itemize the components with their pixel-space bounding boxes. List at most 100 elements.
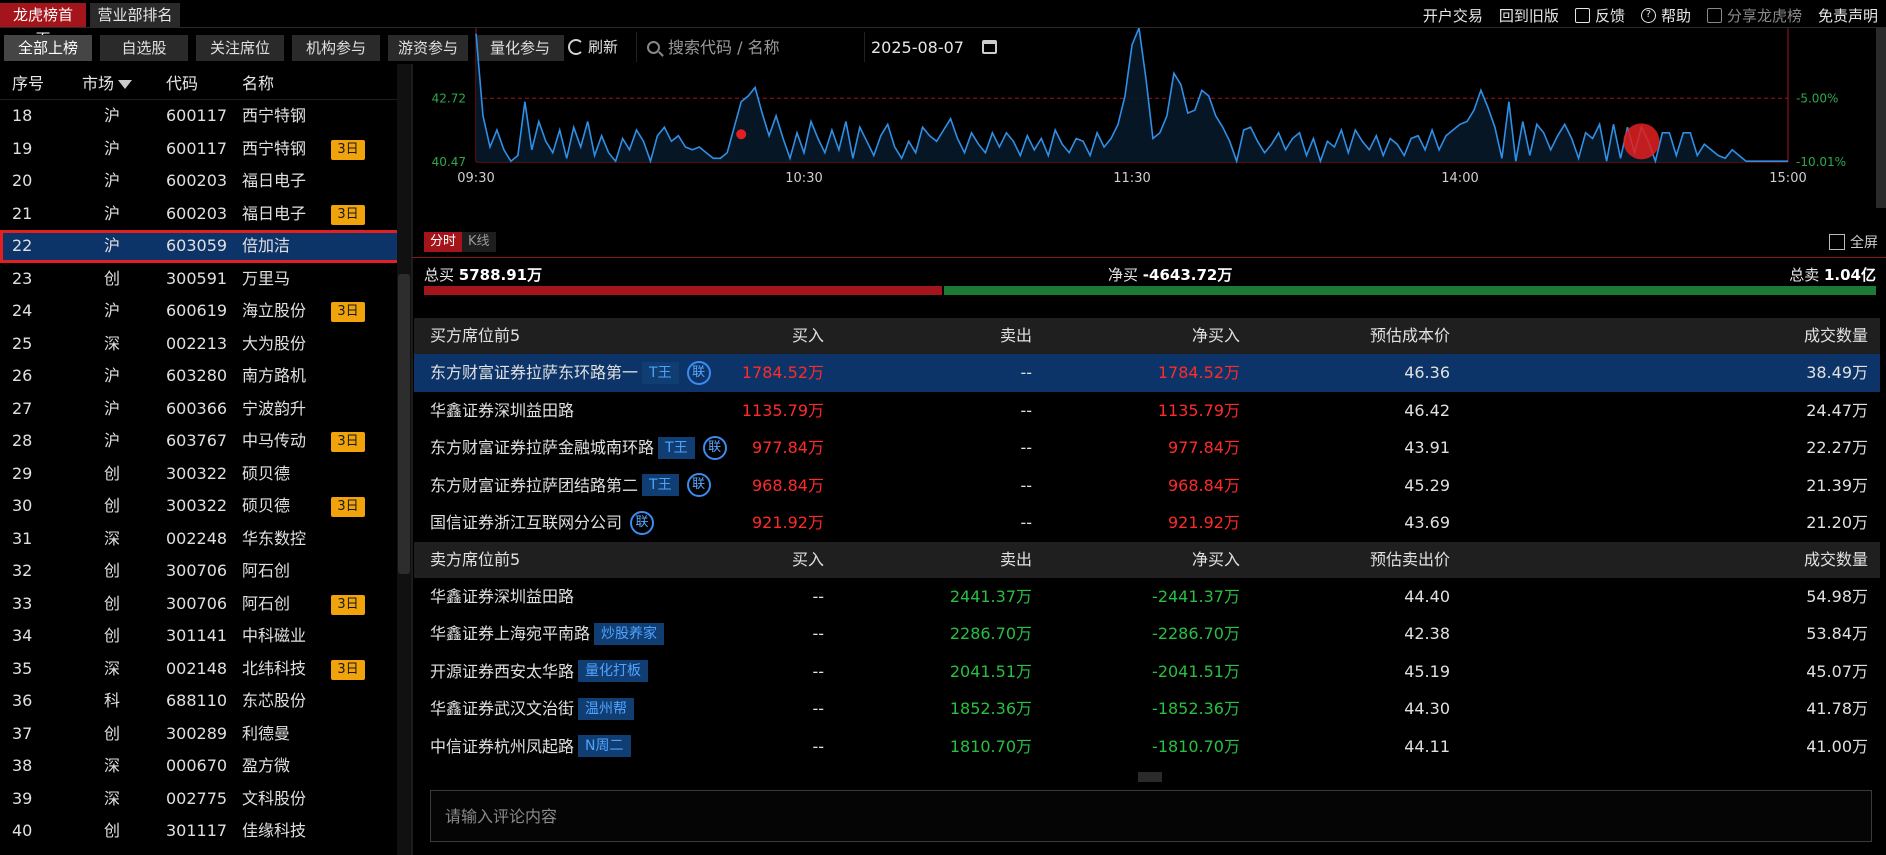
tab-kline[interactable]: K线 xyxy=(462,232,496,252)
list-scrollbar-thumb[interactable] xyxy=(398,274,410,574)
y-right-tick: -5.00% xyxy=(1796,91,1838,105)
seat-name[interactable]: 东方财富证券拉萨团结路第二 T王联 xyxy=(430,467,711,505)
help-link[interactable]: ? 帮助 xyxy=(1640,4,1691,26)
filter-all[interactable]: 全部上榜 xyxy=(4,35,92,61)
linked-seat-icon[interactable]: 联 xyxy=(630,510,655,535)
stock-list: 18 沪 600117 西宁特钢 19 沪 600117 西宁特钢 3日 20 沪 600203 福日电… xyxy=(0,100,400,848)
list-item[interactable]: 40 创 301117 佳缘科技 xyxy=(0,815,400,848)
expand-handle[interactable] xyxy=(1138,772,1162,782)
list-item[interactable]: 29 创 300322 硕贝德 xyxy=(0,458,400,491)
table-row[interactable]: 东方财富证券拉萨团结路第二 T王联 968.84万 -- 968.84万 45.29 21.… xyxy=(414,467,1880,505)
item-code: 300322 xyxy=(166,463,228,483)
old-version-link[interactable]: 回到旧版 xyxy=(1499,4,1559,26)
item-name: 福日电子 xyxy=(242,171,307,190)
list-item[interactable]: 24 沪 600619 海立股份 3日 xyxy=(0,295,400,328)
item-seq: 21 xyxy=(12,203,33,223)
list-item[interactable]: 37 创 300289 利德曼 xyxy=(0,718,400,751)
seat-name[interactable]: 中信证券杭州凤起路 N周二 xyxy=(430,728,631,766)
list-item[interactable]: 27 沪 600366 宁波韵升 xyxy=(0,393,400,426)
open-account-link[interactable]: 开户交易 xyxy=(1423,4,1483,26)
seat-tag[interactable]: 量化打板 xyxy=(578,660,649,683)
seat-name[interactable]: 东方财富证券拉萨金融城南环路 T王联 xyxy=(430,429,727,467)
col-cost: 预估成本价 xyxy=(1369,326,1450,345)
x-tick: 11:30 xyxy=(1113,171,1150,186)
share-link[interactable]: 分享龙虎榜 xyxy=(1706,4,1802,26)
seat-tag[interactable]: T王 xyxy=(642,361,679,384)
item-seq: 32 xyxy=(12,561,33,580)
seat-name[interactable]: 华鑫证券上海宛平南路 炒股养家 xyxy=(430,615,665,653)
feedback-link[interactable]: 反馈 xyxy=(1574,4,1625,26)
list-item[interactable]: 31 深 002248 华东数控 xyxy=(0,523,400,556)
comment-input[interactable] xyxy=(431,791,1871,841)
chart-scrollbar[interactable] xyxy=(1876,28,1886,208)
seat-tag[interactable]: 温州帮 xyxy=(578,697,635,720)
filter-followed-seats[interactable]: 关注席位 xyxy=(196,35,284,61)
item-seq: 24 xyxy=(12,301,33,320)
linked-seat-icon[interactable]: 联 xyxy=(686,473,711,498)
header-market[interactable]: 市场 xyxy=(82,70,133,94)
table-row[interactable]: 国信证券浙江互联网分公司联 921.92万 -- 921.92万 43.69 21.20万 xyxy=(414,504,1880,542)
list-item[interactable]: 32 创 300706 阿石创 xyxy=(0,555,400,588)
list-item[interactable]: 28 沪 603767 中马传动 3日 xyxy=(0,425,400,458)
seat-name[interactable]: 开源证券西安太华路 量化打板 xyxy=(430,653,649,691)
item-market: 沪 xyxy=(104,203,121,223)
item-name: 南方路机 xyxy=(242,366,307,385)
fullscreen-button[interactable]: 全屏 xyxy=(1829,232,1878,252)
table-row[interactable]: 东方财富证券拉萨东环路第一 T王联 1784.52万 -- 1784.52万 46.36 3… xyxy=(414,354,1880,392)
linked-seat-icon[interactable]: 联 xyxy=(686,360,711,385)
list-item[interactable]: 21 沪 600203 福日电子 3日 xyxy=(0,198,400,231)
filter-icon[interactable] xyxy=(118,79,133,89)
table-row[interactable]: 华鑫证券上海宛平南路 炒股养家 -- 2286.70万 -2286.70万 42.38 53… xyxy=(414,615,1880,653)
list-item[interactable]: 36 科 688110 东芯股份 xyxy=(0,685,400,718)
stock-list-panel: 序号 市场 代码 名称 18 沪 600117 西宁特钢 19 沪 600117 西宁特钢 3日… xyxy=(0,64,413,855)
col-sell-seat: 卖方席位前5 xyxy=(430,549,521,569)
seat-tag[interactable]: 炒股养家 xyxy=(594,622,665,645)
tab-lhb-home[interactable]: 龙虎榜首页 xyxy=(0,3,86,48)
filter-institution[interactable]: 机构参与 xyxy=(292,35,380,61)
trade-marker xyxy=(736,129,747,140)
seat-tag[interactable]: N周二 xyxy=(578,735,631,758)
cell-price: 46.42 xyxy=(1404,400,1450,420)
item-seq: 36 xyxy=(12,691,33,710)
table-row[interactable]: 开源证券西安太华路 量化打板 -- 2041.51万 -2041.51万 45.19 45.… xyxy=(414,653,1880,691)
item-code: 300289 xyxy=(166,723,228,743)
list-item[interactable]: 23 创 300591 万里马 xyxy=(0,263,400,296)
seat-name[interactable]: 国信证券浙江互联网分公司联 xyxy=(430,504,655,542)
list-item[interactable]: 33 创 300706 阿石创 3日 xyxy=(0,588,400,621)
list-item[interactable]: 20 沪 600203 福日电子 xyxy=(0,165,400,198)
col-net: 净买入 xyxy=(1191,549,1240,569)
list-item[interactable]: 39 深 002775 文科股份 xyxy=(0,783,400,816)
filter-watchlist[interactable]: 自选股 xyxy=(100,35,188,61)
table-row[interactable]: 东方财富证券拉萨金融城南环路 T王联 977.84万 -- 977.84万 43.91 22… xyxy=(414,429,1880,467)
cell-price: 43.69 xyxy=(1404,513,1450,532)
three-day-badge: 3日 xyxy=(331,497,365,517)
list-item[interactable]: 30 创 300322 硕贝德 3日 xyxy=(0,490,400,523)
table-row[interactable]: 华鑫证券武汉文治街 温州帮 -- 1852.36万 -1852.36万 44.30 41.7… xyxy=(414,690,1880,728)
table-row[interactable]: 华鑫证券深圳益田路 1135.79万 -- 1135.79万 46.42 24.47万 xyxy=(414,392,1880,430)
list-item[interactable]: 26 沪 603280 南方路机 xyxy=(0,360,400,393)
item-market: 深 xyxy=(104,756,121,775)
tab-branch-ranking[interactable]: 营业部排名 xyxy=(90,3,180,27)
cell-sell: -- xyxy=(1020,438,1032,457)
tab-minute[interactable]: 分时 xyxy=(424,232,463,252)
list-item[interactable]: 38 深 000670 盈方微 xyxy=(0,750,400,783)
list-item[interactable]: 22 沪 603059 倍加洁 xyxy=(0,230,400,263)
seat-tag[interactable]: T王 xyxy=(642,474,679,497)
table-row[interactable]: 中信证券杭州凤起路 N周二 -- 1810.70万 -1810.70万 44.11 41.0… xyxy=(414,728,1880,766)
seat-name[interactable]: 东方财富证券拉萨东环路第一 T王联 xyxy=(430,354,711,392)
list-item[interactable]: 19 沪 600117 西宁特钢 3日 xyxy=(0,133,400,166)
seat-tag[interactable]: T王 xyxy=(658,436,695,459)
item-seq: 38 xyxy=(12,756,33,775)
table-row[interactable]: 华鑫证券深圳益田路 -- 2441.37万 -2441.37万 44.40 54.98万 xyxy=(414,578,1880,616)
list-item[interactable]: 18 沪 600117 西宁特钢 xyxy=(0,100,400,133)
cell-volume: 41.78万 xyxy=(1806,699,1868,718)
list-item[interactable]: 35 深 002148 北纬科技 3日 xyxy=(0,653,400,686)
disclaimer-link[interactable]: 免责声明 xyxy=(1818,4,1878,26)
list-item[interactable]: 34 创 301141 中科磁业 xyxy=(0,620,400,653)
linked-seat-icon[interactable]: 联 xyxy=(702,435,727,460)
seat-name[interactable]: 华鑫证券武汉文治街 温州帮 xyxy=(430,690,635,728)
item-code: 600117 xyxy=(166,138,228,158)
seat-name[interactable]: 华鑫证券深圳益田路 xyxy=(430,578,574,616)
list-item[interactable]: 25 深 002213 大为股份 xyxy=(0,328,400,361)
seat-name[interactable]: 华鑫证券深圳益田路 xyxy=(430,392,574,430)
